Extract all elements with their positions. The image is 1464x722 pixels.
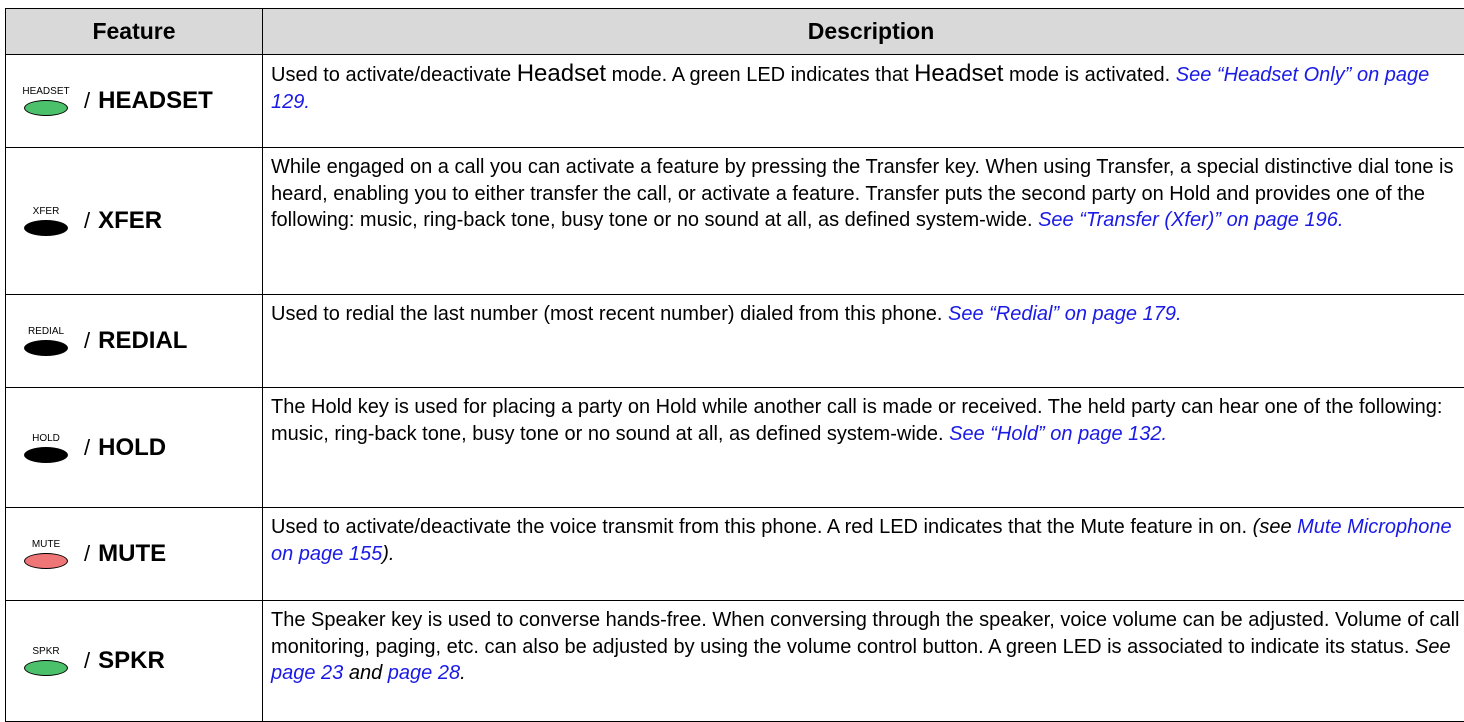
feature-cell: REDIAL / REDIAL	[6, 295, 263, 388]
xfer-key-icon: XFER	[18, 206, 74, 236]
feature-name: SPKR	[98, 647, 165, 675]
feature-name: REDIAL	[98, 327, 187, 355]
feature-name: MUTE	[98, 540, 166, 568]
feature-name: XFER	[98, 207, 162, 235]
page-reference-link[interactable]: page 23	[271, 662, 343, 684]
feature-cell: HOLD / HOLD	[6, 388, 263, 508]
key-caption: XFER	[33, 206, 60, 218]
description-cell: The Speaker key is used to converse hand…	[263, 601, 1464, 722]
green-led-oval	[24, 100, 68, 116]
feature-cell: MUTE / MUTE	[6, 508, 263, 601]
key-caption: HEADSET	[22, 86, 69, 98]
page-reference-link[interactable]: page 28	[388, 662, 460, 684]
black-key-oval	[24, 340, 68, 356]
feature-name: HEADSET	[98, 87, 213, 115]
table-row: HOLD / HOLD The Hold key is used for pla…	[6, 388, 1464, 508]
feature-cell: XFER / XFER	[6, 148, 263, 295]
description-cell: The Hold key is used for placing a party…	[263, 388, 1464, 508]
feature-cell: SPKR / SPKR	[6, 601, 263, 722]
speaker-key-icon: SPKR	[18, 646, 74, 676]
red-led-oval	[24, 553, 68, 569]
table-row: REDIAL / REDIAL Used to redial the last …	[6, 295, 1464, 388]
hold-key-icon: HOLD	[18, 433, 74, 463]
feature-name: HOLD	[98, 434, 166, 462]
description-cell: Used to activate/deactivate the voice tr…	[263, 508, 1464, 601]
black-key-oval	[24, 220, 68, 236]
table-header-row: Feature Description	[6, 9, 1464, 55]
description-column-header: Description	[263, 9, 1464, 55]
feature-column-header: Feature	[6, 9, 263, 55]
page-reference-link[interactable]: See “Transfer (Xfer)” on page 196.	[1038, 209, 1343, 231]
redial-key-icon: REDIAL	[18, 326, 74, 356]
table-row: SPKR / SPKR The Speaker key is used to c…	[6, 601, 1464, 722]
key-caption: SPKR	[32, 646, 59, 658]
feature-cell: HEADSET / HEADSET	[6, 55, 263, 148]
headset-key-icon: HEADSET	[18, 86, 74, 116]
page-reference-link[interactable]: See “Redial” on page 179.	[948, 303, 1182, 325]
table-row: HEADSET / HEADSET Used to activate/deact…	[6, 55, 1464, 148]
description-cell: Used to redial the last number (most rec…	[263, 295, 1464, 388]
key-caption: HOLD	[32, 433, 60, 445]
feature-table: Feature Description HEADSET / HEADSET Us…	[5, 8, 1464, 722]
table-row: XFER / XFER While engaged on a call you …	[6, 148, 1464, 295]
green-led-oval	[24, 660, 68, 676]
mute-key-icon: MUTE	[18, 539, 74, 569]
key-caption: REDIAL	[28, 326, 64, 338]
table-row: MUTE / MUTE Used to activate/deactivate …	[6, 508, 1464, 601]
page-reference-link[interactable]: See “Hold” on page 132.	[949, 423, 1167, 445]
key-caption: MUTE	[32, 539, 60, 551]
description-cell: Used to activate/deactivate Headset mode…	[263, 55, 1464, 148]
description-cell: While engaged on a call you can activate…	[263, 148, 1464, 295]
black-key-oval	[24, 447, 68, 463]
